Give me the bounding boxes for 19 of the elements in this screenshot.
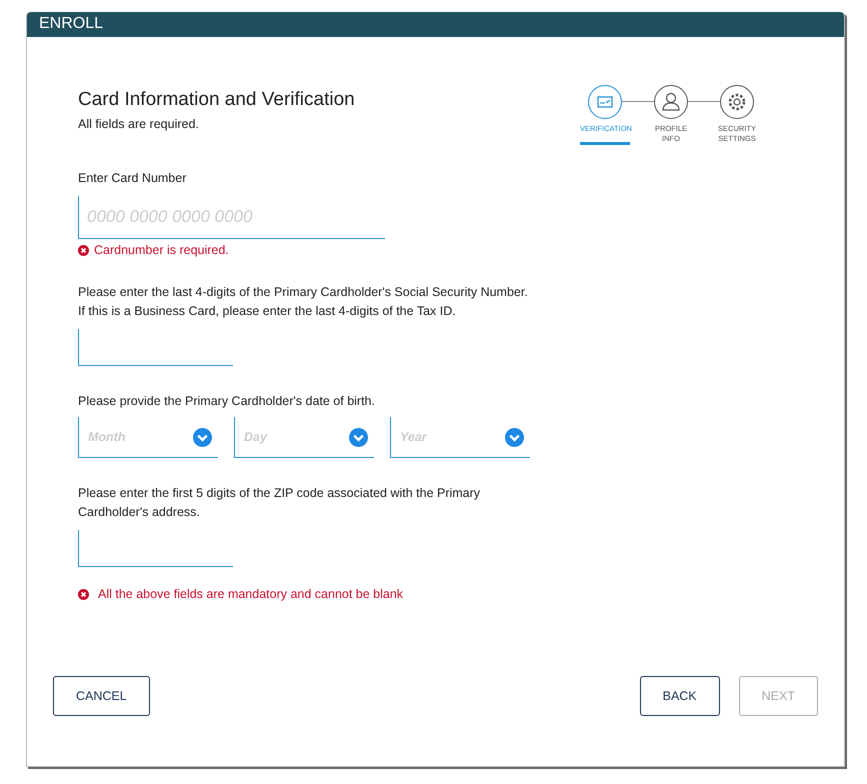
action-button[interactable]: BACK — [640, 676, 720, 716]
error-message: Cardnumber is required. — [94, 243, 229, 257]
field-label: Please enter the first 5 digits of the ZIP code associated with the Primary Cardholder's address. — [78, 485, 482, 521]
field-label: Please provide the Primary Cardholder's date of birth. — [78, 393, 376, 410]
action-button[interactable]: CANCEL — [53, 676, 150, 716]
required-note: All fields are required. — [78, 117, 200, 131]
form-heading: Card Information and Verification — [78, 89, 355, 111]
chevron-down-icon — [193, 428, 212, 446]
card-step-icon — [588, 85, 622, 119]
error-icon — [78, 244, 89, 256]
field-label: Enter Card Number — [78, 170, 188, 187]
chevron-down-icon — [505, 428, 524, 446]
gear-step-icon — [720, 85, 754, 119]
error-message: All the above fields are mandatory and cannot be blank — [98, 587, 404, 601]
chevron-down-icon — [349, 428, 368, 446]
window-title: ENROLL — [27, 12, 844, 37]
person-step-icon — [654, 85, 688, 119]
error-icon — [78, 588, 89, 600]
field-label: Please enter the last 4-digits of the Primary Cardholder's Social Security Number. If this is a Business Card, please enter the last 4-digits of the Tax ID. — [78, 284, 528, 320]
